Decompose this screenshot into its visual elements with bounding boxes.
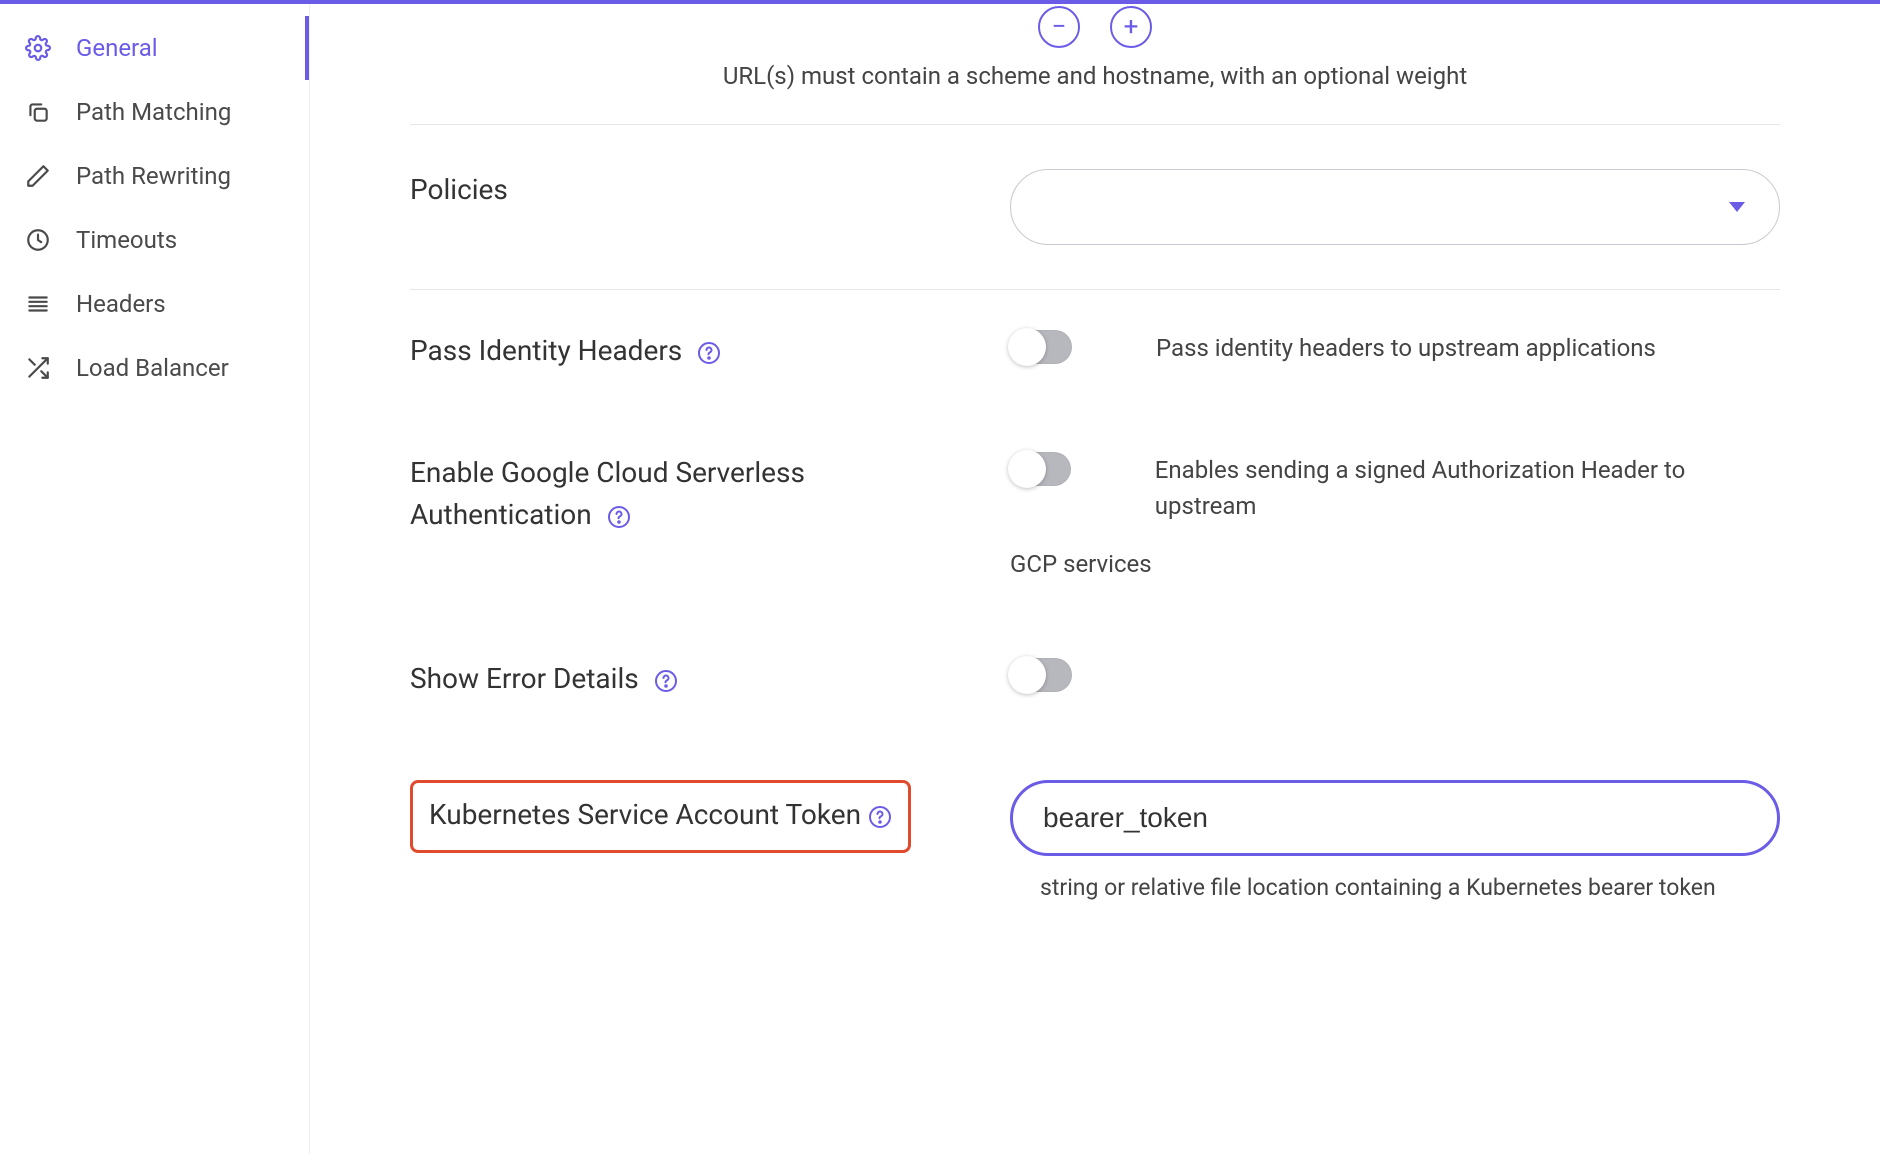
url-help-text: URL(s) must contain a scheme and hostnam… [370,48,1820,124]
sidebar: General Path Matching Path Rewriting Tim… [0,4,310,1154]
help-icon[interactable] [868,805,892,829]
settings-panel: − + URL(s) must contain a scheme and hos… [370,4,1820,981]
sidebar-item-label: Path Rewriting [76,162,231,190]
k8s-token-label: Kubernetes Service Account Token [429,798,861,831]
help-icon[interactable] [607,505,631,529]
toggle-knob [1008,328,1046,366]
sidebar-item-timeouts[interactable]: Timeouts [18,208,309,272]
app-layout: General Path Matching Path Rewriting Tim… [0,4,1880,1154]
sidebar-item-label: Timeouts [76,226,177,254]
url-pager-row: − + [370,4,1820,48]
help-icon[interactable] [697,341,721,365]
show-error-row: Show Error Details [370,618,1820,740]
gear-icon [24,34,52,62]
k8s-token-row: Kubernetes Service Account Token string … [370,740,1820,941]
pass-identity-row: Pass Identity Headers Pass identity head… [370,290,1820,412]
k8s-token-help: string or relative file location contain… [1010,874,1780,901]
k8s-token-label-box: Kubernetes Service Account Token [410,780,911,853]
plus-icon: + [1124,12,1139,42]
gcp-auth-toggle[interactable] [1010,452,1071,486]
minus-icon: − [1052,12,1067,42]
toggle-knob [1008,656,1046,694]
lines-icon [24,290,52,318]
main-area: − + URL(s) must contain a scheme and hos… [310,4,1880,1154]
policies-row: Policies [370,125,1820,289]
show-error-label: Show Error Details [410,662,639,695]
gcp-auth-help-line2: GCP services [1010,550,1780,578]
sidebar-item-path-matching[interactable]: Path Matching [18,80,309,144]
sidebar-item-label: Path Matching [76,98,231,126]
show-error-toggle[interactable] [1010,658,1072,692]
pass-identity-toggle[interactable] [1010,330,1072,364]
gcp-auth-row: Enable Google Cloud Serverless Authentic… [370,412,1820,618]
sidebar-item-label: Headers [76,290,166,318]
clock-icon [24,226,52,254]
policies-label: Policies [410,169,970,211]
caret-down-icon [1729,202,1745,212]
sidebar-item-path-rewriting[interactable]: Path Rewriting [18,144,309,208]
url-remove-button[interactable]: − [1038,6,1080,48]
sidebar-item-load-balancer[interactable]: Load Balancer [18,336,309,400]
policies-select[interactable] [1010,169,1780,245]
sidebar-item-label: General [76,34,158,62]
copy-icon [24,98,52,126]
pass-identity-help: Pass identity headers to upstream applic… [1156,330,1656,366]
help-icon[interactable] [654,669,678,693]
url-add-button[interactable]: + [1110,6,1152,48]
shuffle-icon [24,354,52,382]
sidebar-item-general[interactable]: General [18,16,309,80]
sidebar-item-label: Load Balancer [76,354,229,382]
k8s-token-input[interactable] [1010,780,1780,856]
gcp-auth-help-line1: Enables sending a signed Authorization H… [1155,452,1780,524]
pencil-icon [24,162,52,190]
toggle-knob [1008,450,1046,488]
pass-identity-label: Pass Identity Headers [410,334,682,367]
sidebar-item-headers[interactable]: Headers [18,272,309,336]
